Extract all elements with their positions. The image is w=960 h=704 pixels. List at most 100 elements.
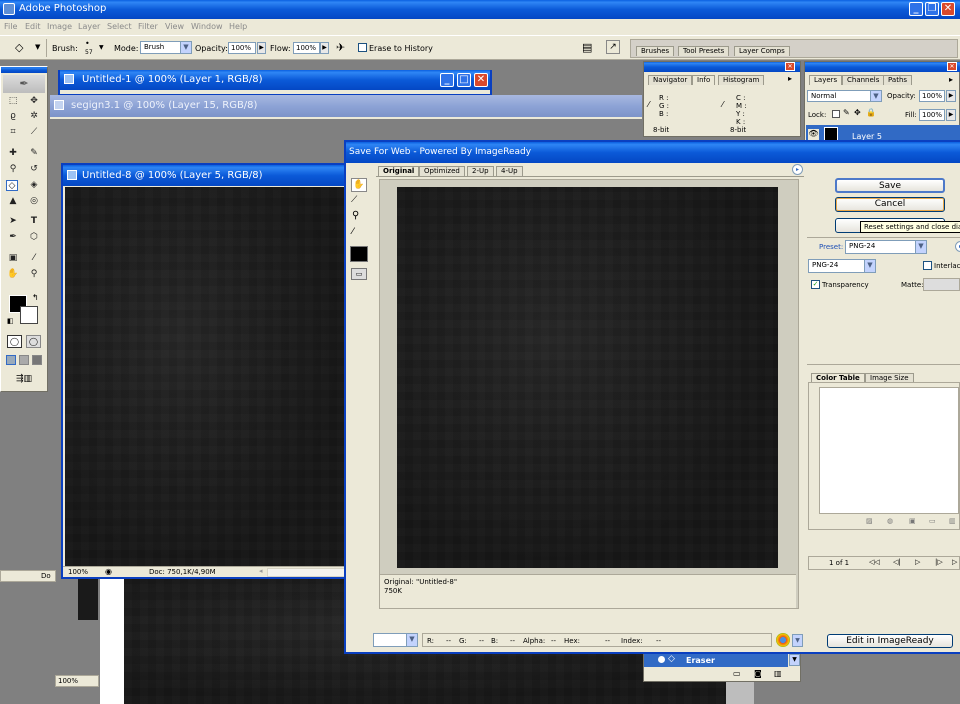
sfw-title-bar[interactable]: Save For Web - Powered By ImageReady bbox=[346, 142, 960, 163]
tool-preset-arrow-icon[interactable]: ▼ bbox=[35, 43, 40, 51]
crop-tool-icon[interactable]: ⌗ bbox=[7, 127, 19, 138]
preview-in-browser-icon[interactable] bbox=[776, 633, 790, 647]
next-frame-icon[interactable]: |▷ bbox=[935, 558, 943, 566]
zoom-tool-icon[interactable]: ⚲ bbox=[352, 210, 359, 221]
notes-tool-icon[interactable]: ▣ bbox=[7, 253, 19, 264]
erase-history-checkbox[interactable] bbox=[358, 43, 367, 52]
history-new-doc-icon[interactable]: ▭ bbox=[733, 669, 741, 678]
tab-info[interactable]: Info bbox=[692, 75, 716, 85]
preset-select[interactable]: PNG-24 ▼ bbox=[845, 240, 927, 254]
scroll-left-icon[interactable]: ◂ bbox=[259, 567, 263, 575]
menu-file[interactable]: File bbox=[4, 22, 17, 31]
tab-channels[interactable]: Channels bbox=[842, 75, 885, 85]
layer-fill-arrow-icon[interactable]: ▶ bbox=[946, 109, 956, 121]
menu-image[interactable]: Image bbox=[47, 22, 72, 31]
marquee-tool-icon[interactable]: ⬚ bbox=[7, 96, 19, 107]
brush-tool-icon[interactable]: ✎ bbox=[28, 148, 40, 159]
play-icon[interactable]: ▷ bbox=[915, 558, 920, 566]
close-icon[interactable]: ✕ bbox=[941, 2, 955, 16]
slice-select-icon[interactable]: ⟋ bbox=[351, 195, 357, 205]
jump-to-imageready-icon[interactable]: ⇶▥ bbox=[7, 372, 41, 386]
save-button[interactable]: Save bbox=[835, 178, 945, 193]
menu-filter[interactable]: Filter bbox=[138, 22, 158, 31]
tab-original[interactable]: Original bbox=[378, 166, 420, 176]
panel-menu-icon[interactable]: ▸ bbox=[949, 75, 953, 84]
palette-well-icon[interactable]: ↗ bbox=[606, 40, 620, 54]
well-tab-tool-presets[interactable]: Tool Presets bbox=[678, 46, 730, 56]
tab-2up[interactable]: 2-Up bbox=[467, 166, 494, 176]
move-tool-icon[interactable]: ✥ bbox=[28, 96, 40, 107]
menu-window[interactable]: Window bbox=[191, 22, 223, 31]
minimize-icon[interactable]: _ bbox=[440, 73, 454, 87]
clone-stamp-icon[interactable]: ⚲ bbox=[7, 164, 19, 175]
last-frame-icon[interactable]: ▷ bbox=[952, 558, 957, 566]
panel-menu-icon[interactable]: ▸ bbox=[788, 74, 792, 83]
lock-transparent-icon[interactable] bbox=[832, 110, 840, 118]
close-icon[interactable]: ✕ bbox=[947, 62, 957, 71]
tab-paths[interactable]: Paths bbox=[883, 75, 913, 85]
untitled8-title-bar[interactable]: Untitled-8 @ 100% (Layer 5, RGB/8) bbox=[63, 165, 346, 186]
toolbox-title-bar[interactable] bbox=[1, 67, 47, 73]
layers-panel-title-bar[interactable]: ✕ bbox=[805, 62, 960, 72]
new-color-icon[interactable]: ▭ bbox=[929, 517, 936, 525]
brush-preview-icon[interactable]: • bbox=[85, 39, 90, 48]
menu-view[interactable]: View bbox=[165, 22, 184, 31]
map-transparent-icon[interactable]: ▨ bbox=[866, 517, 873, 525]
untitled8-zoom[interactable]: 100% bbox=[68, 568, 88, 576]
background-color-swatch[interactable] bbox=[20, 306, 38, 324]
layer-fill-input[interactable]: 100% bbox=[919, 109, 945, 121]
lock-color-icon[interactable]: ▣ bbox=[909, 517, 916, 525]
zoom-level-select[interactable]: ▼ bbox=[373, 633, 418, 647]
layer-opacity-arrow-icon[interactable]: ▶ bbox=[946, 90, 956, 102]
path-selection-icon[interactable]: ➤ bbox=[7, 216, 19, 227]
opacity-input[interactable]: 100% bbox=[228, 42, 256, 54]
type-tool-icon[interactable]: T bbox=[28, 216, 40, 227]
dodge-tool-icon[interactable]: ◎ bbox=[28, 196, 40, 207]
paint-bucket-icon[interactable]: ◈ bbox=[28, 180, 40, 191]
blend-mode-select[interactable]: Normal ▼ bbox=[807, 90, 882, 102]
info-panel-title-bar[interactable]: ✕ bbox=[644, 62, 800, 72]
trash-icon[interactable]: ▥ bbox=[949, 517, 956, 525]
edit-in-imageready-button[interactable]: Edit in ImageReady bbox=[827, 634, 953, 648]
first-frame-icon[interactable]: ◁◁ bbox=[869, 558, 880, 566]
shape-tool-icon[interactable]: ⬡ bbox=[28, 232, 40, 243]
history-scroll-icon[interactable]: ▼ bbox=[789, 654, 800, 666]
tab-navigator[interactable]: Navigator bbox=[648, 75, 693, 85]
maximize-icon[interactable]: □ bbox=[457, 73, 471, 87]
swap-colors-icon[interactable]: ↰ bbox=[32, 293, 39, 302]
menu-layer[interactable]: Layer bbox=[78, 22, 100, 31]
eyedropper-color-swatch[interactable] bbox=[350, 246, 368, 262]
segign-title-bar[interactable]: segign3.1 @ 100% (Layer 15, RGB/8) bbox=[50, 95, 642, 117]
standard-mode-icon[interactable]: ◯ bbox=[7, 335, 22, 348]
mode-select[interactable]: Brush ▼ bbox=[140, 41, 192, 54]
default-colors-icon[interactable]: ◧ bbox=[7, 317, 14, 325]
file-browser-icon[interactable]: ▤ bbox=[582, 41, 592, 54]
flow-input[interactable]: 100% bbox=[293, 42, 320, 54]
menu-help[interactable]: Help bbox=[229, 22, 247, 31]
web-shift-icon[interactable]: ◍ bbox=[887, 517, 893, 525]
eyedropper-icon[interactable]: ⁄ bbox=[28, 253, 40, 264]
brush-dropdown-icon[interactable]: ▼ bbox=[99, 44, 104, 51]
hand-tool-icon[interactable]: ✋ bbox=[7, 269, 19, 280]
lock-position-icon[interactable]: ✥ bbox=[854, 108, 861, 117]
toggle-slices-icon[interactable]: ▭ bbox=[351, 268, 367, 280]
history-brush-icon[interactable]: ↺ bbox=[28, 164, 40, 175]
eraser-tool-icon[interactable]: ◇ bbox=[6, 180, 18, 191]
close-icon[interactable]: ✕ bbox=[785, 62, 795, 71]
eyedropper-icon[interactable]: ⁄ bbox=[352, 227, 354, 237]
history-row-eraser[interactable]: ◇ Eraser bbox=[644, 653, 788, 667]
trash-icon[interactable]: ▥ bbox=[774, 669, 782, 678]
tab-optimized[interactable]: Optimized bbox=[419, 166, 465, 176]
tab-histogram[interactable]: Histogram bbox=[718, 75, 765, 85]
cancel-button[interactable]: Cancel bbox=[835, 197, 945, 212]
lock-image-icon[interactable]: ✎ bbox=[843, 108, 850, 117]
well-tab-brushes[interactable]: Brushes bbox=[636, 46, 675, 56]
tab-layers[interactable]: Layers bbox=[809, 75, 843, 85]
lock-all-icon[interactable]: 🔒 bbox=[866, 108, 876, 117]
untitled8-canvas[interactable] bbox=[65, 187, 346, 566]
interlaced-checkbox[interactable] bbox=[923, 261, 932, 270]
horizontal-scrollbar[interactable] bbox=[267, 568, 346, 577]
matte-select[interactable] bbox=[923, 278, 960, 291]
tab-4up[interactable]: 4-Up bbox=[496, 166, 523, 176]
screen-mode-standard-icon[interactable] bbox=[6, 355, 16, 365]
